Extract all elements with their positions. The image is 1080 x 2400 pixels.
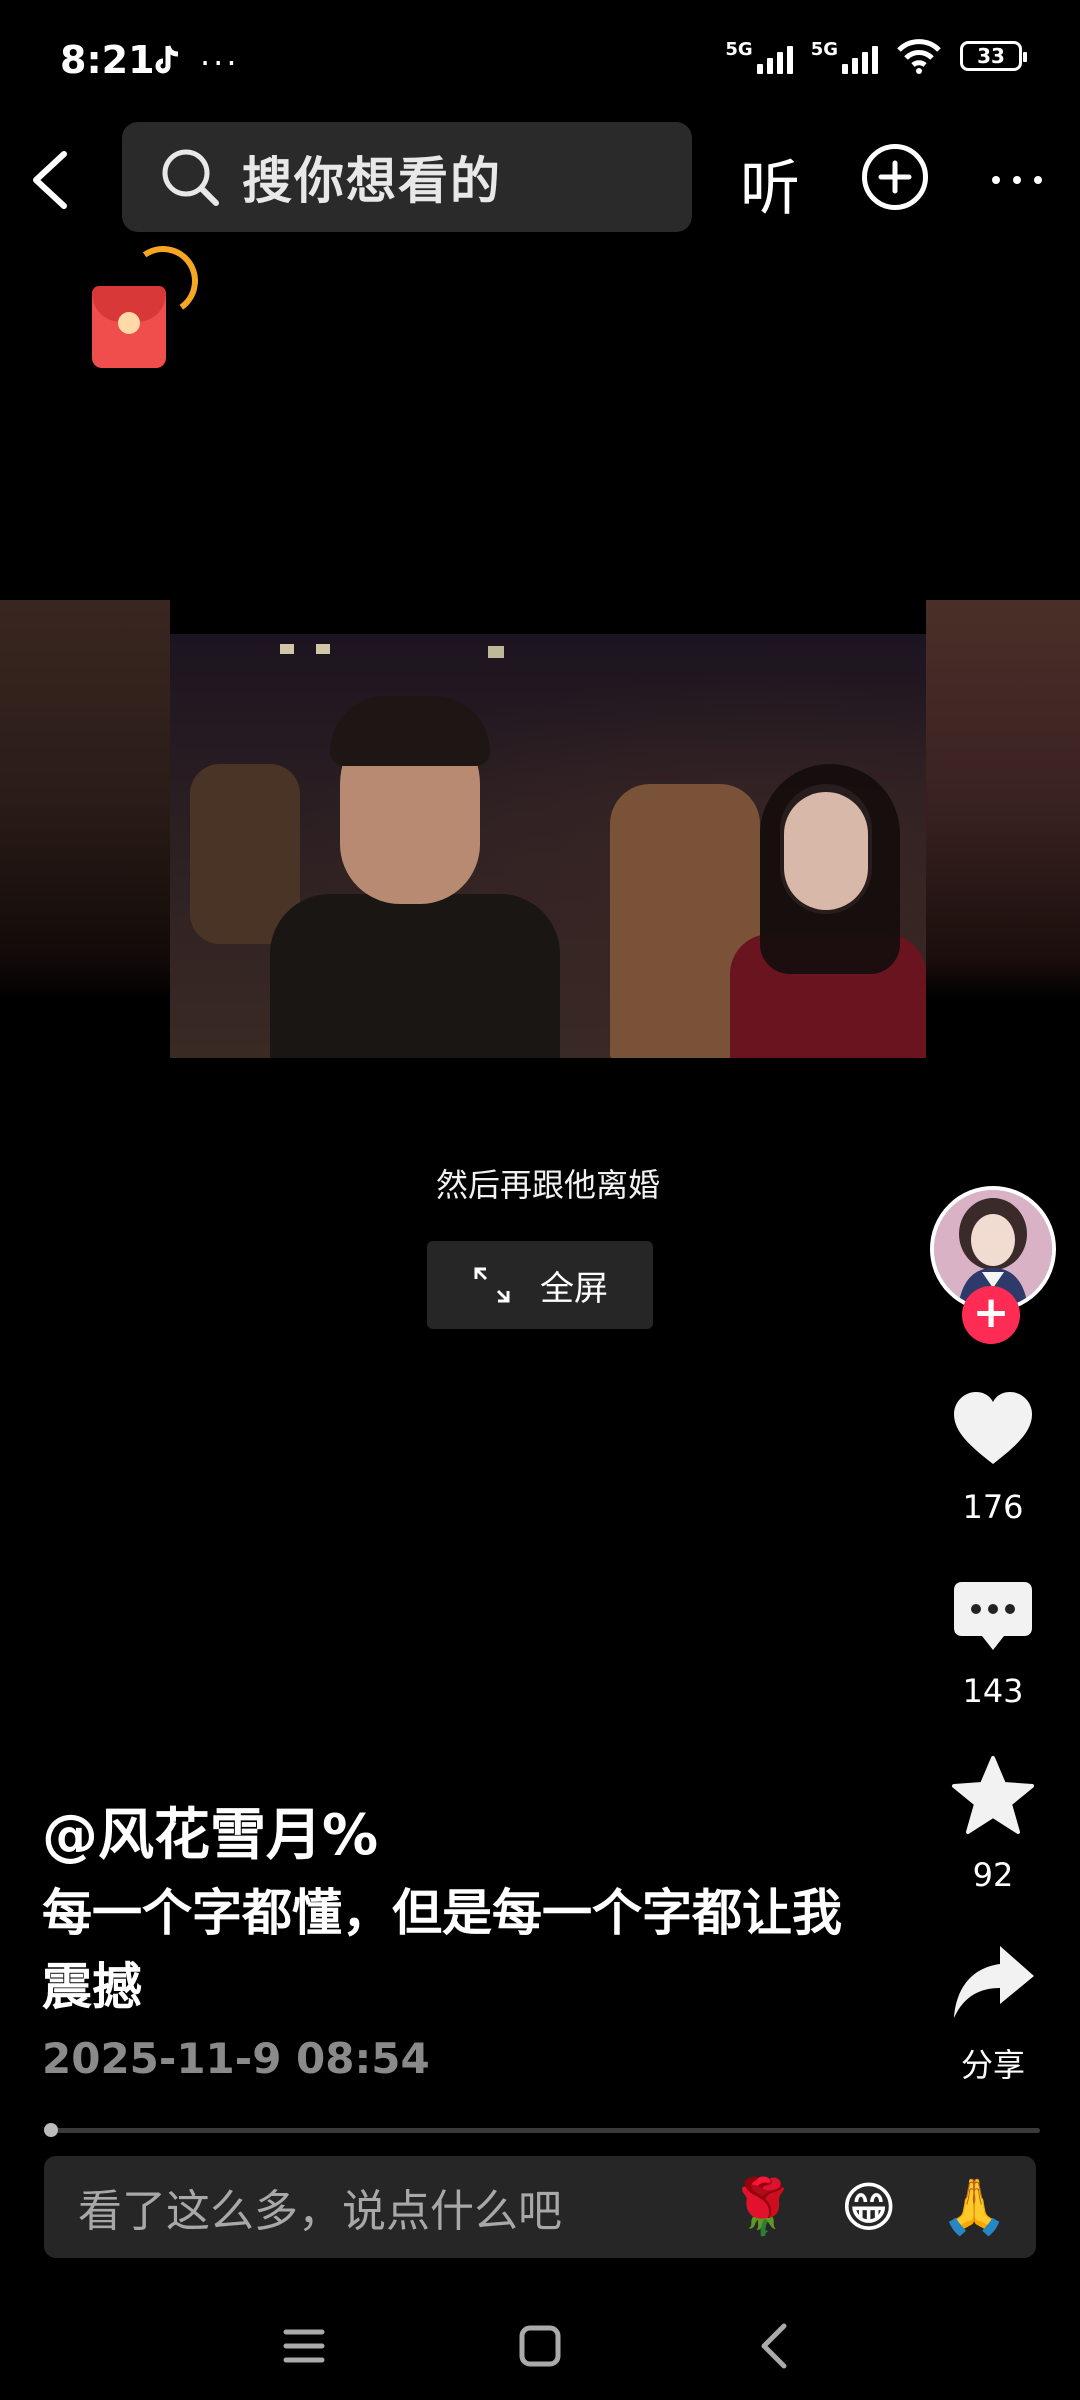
more-button[interactable]: [990, 150, 1044, 201]
pray-emoji-button[interactable]: 🙏: [941, 2175, 1008, 2239]
status-indicators: 5G 5G 33: [725, 38, 1027, 74]
nav-home-button[interactable]: [510, 2316, 570, 2376]
post-description: 每一个字都懂，但是每一个字都让我震撼: [42, 1884, 842, 2016]
comment-count: 143: [962, 1672, 1024, 1710]
red-packet-seal: [118, 312, 140, 334]
search-bar[interactable]: 搜你想看的: [122, 122, 692, 232]
video-person-body: [270, 894, 560, 1058]
video-caption: 然后再跟他离婚: [435, 1166, 660, 1204]
add-icon: [878, 160, 912, 194]
video-blur-left: [0, 600, 170, 1000]
battery-indicator: 33: [960, 41, 1027, 71]
share-icon: [954, 1946, 1034, 2018]
share-button[interactable]: [950, 1940, 1036, 2026]
video-progress-bar[interactable]: [44, 2128, 1040, 2133]
search-placeholder: 搜你想看的: [242, 152, 502, 210]
comment-input-bar[interactable]: 看了这么多，说点什么吧 🌹 😁 🙏: [44, 2156, 1036, 2258]
like-count: 176: [962, 1488, 1024, 1526]
listen-button[interactable]: 听: [740, 140, 800, 227]
back-icon: [33, 151, 67, 209]
home-icon: [519, 2325, 561, 2367]
comment-button[interactable]: [950, 1576, 1036, 1662]
rose-emoji-button[interactable]: 🌹: [729, 2175, 796, 2239]
fullscreen-label: 全屏: [540, 1268, 608, 1309]
share-label: 分享: [960, 2046, 1025, 2084]
search-icon: [162, 149, 219, 206]
add-button[interactable]: [862, 144, 928, 210]
nav-menu-button[interactable]: [274, 2316, 334, 2376]
post-timestamp: 2025-11-9 08:54: [42, 2034, 430, 2083]
comment-input-placeholder[interactable]: 看了这么多，说点什么吧: [78, 2175, 729, 2239]
comment-icon: [954, 1582, 1032, 1650]
fullscreen-button[interactable]: 全屏: [427, 1241, 653, 1329]
video-progress-knob[interactable]: [44, 2123, 58, 2137]
star-icon: [952, 1756, 1034, 1834]
signal-2: 5G: [811, 39, 878, 74]
tiktok-icon: [152, 44, 184, 82]
favorite-button[interactable]: [950, 1754, 1036, 1840]
favorite-count: 92: [972, 1856, 1014, 1894]
follow-button[interactable]: +: [962, 1286, 1020, 1344]
nav-back-icon: [761, 2323, 787, 2369]
video-light: [316, 644, 330, 654]
grin-emoji-button[interactable]: 😁: [840, 2176, 896, 2239]
fullscreen-icon: [474, 1267, 510, 1303]
heart-icon: [954, 1392, 1032, 1464]
video-player[interactable]: [170, 634, 926, 1058]
author-name[interactable]: @风花雪月%: [42, 1790, 378, 1871]
video-light: [488, 646, 504, 658]
video-blur-right: [926, 600, 1080, 1000]
signal-1: 5G: [725, 39, 793, 74]
video-light: [280, 644, 294, 654]
video-person-face-front: [784, 792, 868, 910]
status-time: 8:21: [60, 38, 155, 82]
like-button[interactable]: [950, 1386, 1036, 1472]
nav-back-button[interactable]: [746, 2316, 806, 2376]
back-button[interactable]: [20, 140, 90, 220]
video-person-hair: [330, 696, 490, 766]
wifi-icon: [897, 39, 941, 74]
menu-icon: [283, 2329, 325, 2363]
status-more-icon: ···: [200, 44, 240, 82]
more-icon: [992, 176, 1042, 184]
